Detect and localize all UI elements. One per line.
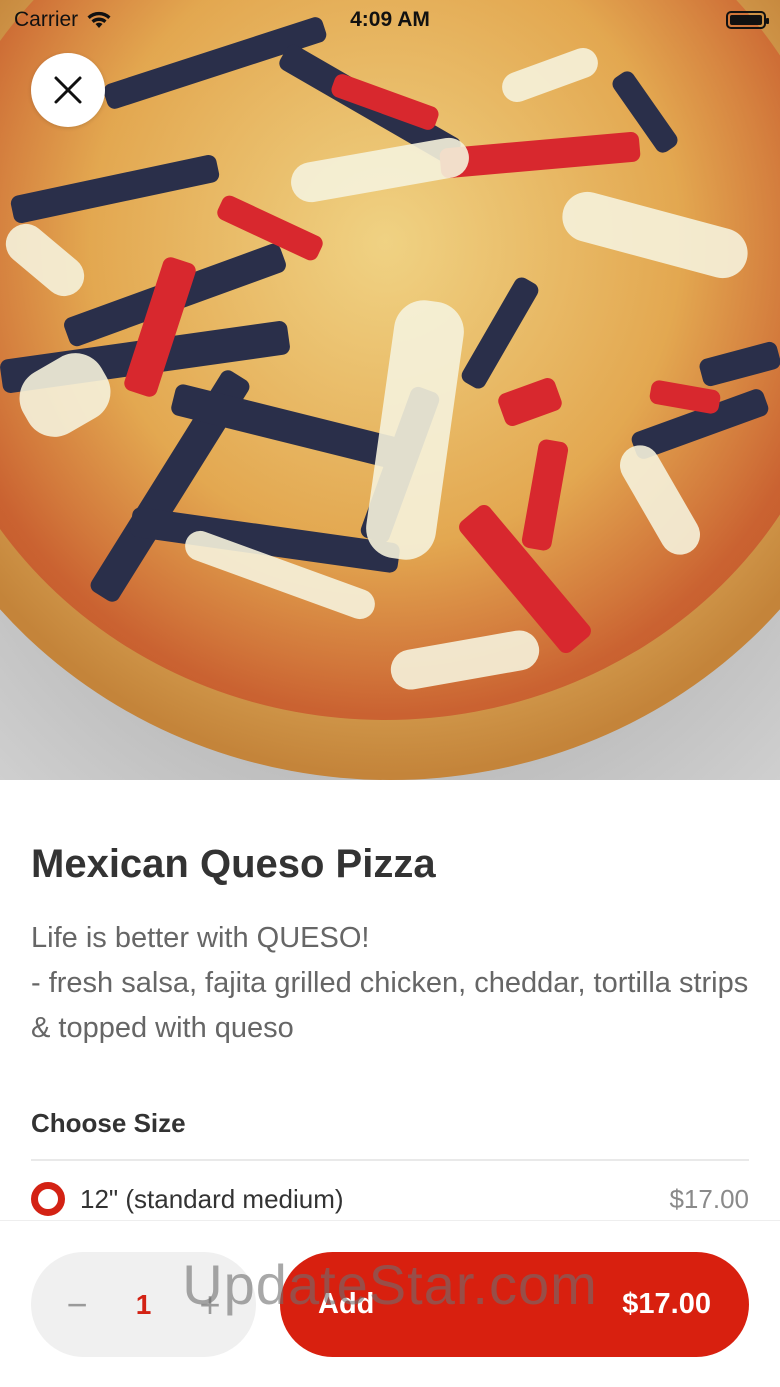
- add-button-total: $17.00: [622, 1288, 711, 1320]
- item-title: Mexican Queso Pizza: [31, 842, 436, 886]
- status-clock: 4:09 AM: [0, 0, 780, 40]
- size-option[interactable]: 12" (standard medium) $17.00: [31, 1176, 749, 1222]
- size-option-label: 12" (standard medium): [80, 1183, 344, 1214]
- status-time: 4:09 AM: [350, 8, 430, 31]
- quantity-stepper: − 1 +: [31, 1252, 256, 1357]
- size-option-price: $17.00: [669, 1183, 749, 1214]
- item-details: Mexican Queso Pizza Life is better with …: [0, 780, 780, 1220]
- add-button-label: Add: [318, 1288, 375, 1320]
- size-section-title: Choose Size: [31, 1108, 186, 1138]
- decrease-quantity-button[interactable]: −: [63, 1284, 91, 1326]
- divider: [31, 1159, 749, 1161]
- quantity-value: 1: [135, 1288, 152, 1320]
- increase-quantity-button[interactable]: +: [196, 1284, 224, 1326]
- item-description: Life is better with QUESO! - fresh salsa…: [31, 922, 749, 1044]
- close-icon: [54, 76, 82, 104]
- order-bar: − 1 + Add $17.00: [0, 1220, 780, 1387]
- radio-selected-icon[interactable]: [31, 1182, 65, 1216]
- close-button[interactable]: [31, 53, 105, 127]
- add-to-cart-button[interactable]: Add $17.00: [280, 1252, 749, 1357]
- item-photo: [0, 0, 780, 780]
